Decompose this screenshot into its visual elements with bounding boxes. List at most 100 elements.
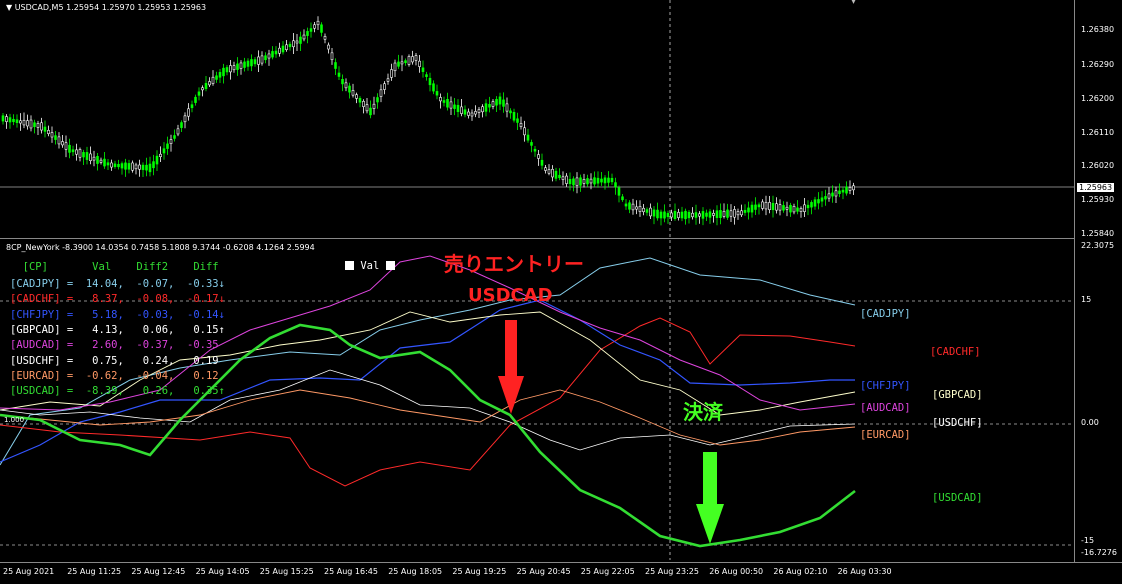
table-row: [USDCAD] = -8.39, 0.26, 0.35↑: [10, 385, 225, 398]
sell-entry-label: 売りエントリー: [444, 252, 584, 276]
candle: [197, 87, 201, 101]
candle: [201, 85, 204, 97]
candle: [274, 46, 278, 58]
price-tick-label: 1.26200: [1081, 94, 1115, 103]
candle: [649, 203, 652, 219]
candle: [540, 153, 544, 170]
candle: [218, 68, 222, 84]
pair-label-usdchf: [USDCHF]: [932, 417, 983, 429]
candle: [404, 58, 407, 66]
candle: [460, 98, 463, 117]
candle: [785, 201, 789, 217]
candle: [554, 167, 558, 182]
candle: [292, 32, 295, 55]
price-axis: 1.26380 1.26290 1.26200 1.26110 1.26020 1.259…: [1074, 0, 1122, 562]
candle: [243, 57, 246, 72]
candle: [838, 183, 841, 198]
candle: [180, 120, 183, 132]
candle: [421, 60, 425, 78]
candle: [232, 61, 236, 73]
candle: [593, 171, 596, 187]
candle: [810, 200, 813, 215]
candle: [19, 113, 22, 131]
candle: [712, 209, 715, 223]
time-tick-label: 25 Aug 22:05: [580, 567, 635, 576]
candle: [817, 192, 820, 210]
candle: [110, 159, 113, 171]
candle: [239, 60, 243, 75]
candle: [719, 203, 722, 225]
candle: [831, 185, 834, 203]
candle: [596, 171, 600, 188]
candle: [54, 130, 57, 145]
candle: [120, 161, 124, 175]
candle: [61, 135, 64, 148]
candle: [764, 195, 768, 216]
candle: [600, 171, 603, 186]
candle: [278, 42, 281, 57]
candle: [722, 203, 726, 219]
candle: [533, 145, 537, 157]
val-left-square-icon[interactable]: [345, 261, 354, 270]
time-tick-label: 25 Aug 11:25: [67, 567, 122, 576]
candle: [803, 197, 806, 218]
candle: [439, 93, 442, 109]
candle: [512, 108, 516, 123]
candle: [236, 57, 239, 76]
candle: [124, 158, 127, 177]
dropdown-triangle-icon[interactable]: ▼: [6, 3, 12, 12]
price-chart-pane[interactable]: ▼ USDCAD,M5 1.25954 1.25970 1.25953 1.25…: [0, 0, 1074, 239]
candle: [575, 172, 579, 194]
val-right-square-icon[interactable]: [385, 261, 395, 270]
candle: [687, 210, 691, 224]
candle: [99, 157, 103, 165]
candle: [663, 204, 666, 223]
candle: [253, 57, 257, 67]
candle: [348, 82, 351, 99]
candle: [470, 109, 474, 121]
candle: [435, 84, 439, 100]
candle: [463, 105, 467, 118]
time-tick-label: 25 Aug 23:25: [645, 567, 699, 576]
candle: [491, 99, 495, 110]
candle: [820, 191, 824, 208]
candle: [131, 160, 134, 173]
candle: [138, 159, 141, 177]
candle: [257, 50, 260, 73]
candle: [789, 202, 792, 217]
candle: [271, 46, 274, 60]
candle: [425, 71, 428, 81]
time-tick-label: 25 Aug 16:45: [324, 567, 378, 576]
candle: [323, 33, 327, 44]
candle: [411, 50, 414, 65]
candle: [621, 193, 624, 202]
candle: [505, 97, 509, 118]
candle: [453, 98, 456, 116]
candle: [582, 173, 586, 188]
table-row: [AUDCAD] = 2.60, -0.37, -0.35: [10, 339, 219, 352]
val-toggle[interactable]: Val: [345, 260, 395, 272]
candle: [390, 63, 393, 81]
candle: [792, 203, 796, 215]
pair-label-cadchf: [CADCHF]: [930, 346, 981, 358]
candle: [407, 54, 411, 67]
candle: [775, 197, 778, 214]
candle: [670, 209, 673, 222]
candle: [607, 171, 610, 187]
candle: [768, 195, 771, 214]
table-row: [USDCHF] = 0.75, 0.24, 0.19: [10, 354, 219, 367]
candle: [341, 74, 344, 92]
candle: [733, 206, 736, 225]
candle: [369, 100, 372, 119]
candle: [656, 202, 659, 221]
candle: [614, 177, 617, 195]
settle-label: 決済: [683, 400, 723, 424]
indicator-pane[interactable]: 8CP_NewYork -8.3900 14.0354 0.7458 5.180…: [0, 240, 1074, 560]
candle: [281, 41, 285, 55]
candle: [173, 129, 176, 142]
time-tick-label: 26 Aug 02:10: [773, 567, 828, 576]
candle: [250, 54, 253, 72]
candle: [320, 22, 323, 37]
candle: [372, 96, 376, 115]
candle: [778, 199, 782, 216]
